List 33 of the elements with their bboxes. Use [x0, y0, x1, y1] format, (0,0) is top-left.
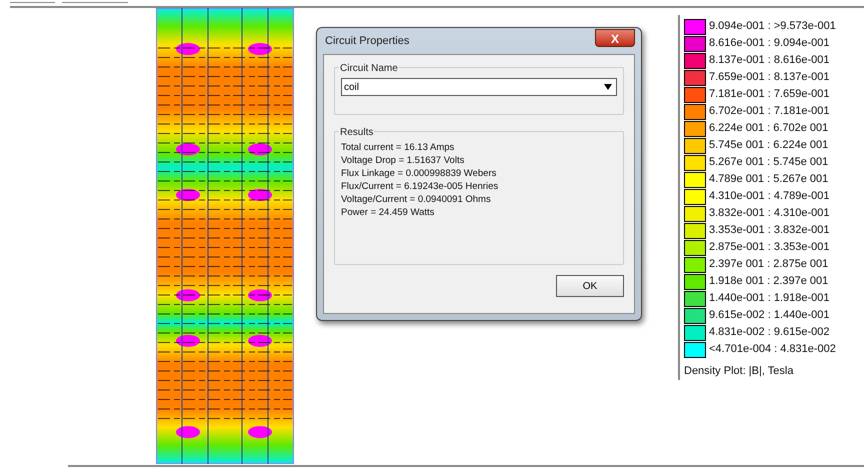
legend-range: 1.918e 001 : 2.397e 001: [709, 274, 828, 290]
legend-range: 7.659e-001 : 8.137e-001: [709, 70, 830, 86]
legend-range: 9.615e-002 : 1.440e-001: [709, 308, 830, 324]
legend-range: 1.440e-001 : 1.918e-001: [709, 291, 830, 306]
legend-range: 8.137e-001 : 8.616e-001: [709, 53, 830, 68]
result-line: Flux Linkage = 0.000998839 Webers: [341, 168, 498, 180]
result-line: Power = 24.459 Watts: [341, 207, 436, 219]
close-button[interactable]: X: [595, 29, 635, 47]
legend-range: 6.224e 001 : 6.702e 001: [709, 121, 828, 136]
legend-range: 4.831e-002 : 9.615e-002: [709, 325, 830, 340]
legend-range: 8.616e-001 : 9.094e-001: [709, 36, 830, 52]
legend-range: <4.701e-004 : 4.831e-002: [709, 342, 836, 358]
legend-range: 3.832e-001 : 4.310e-001: [709, 206, 830, 222]
legend-range: 2.397e 001 : 2.875e 001: [709, 257, 828, 272]
circuit-name-dropdown[interactable]: coil: [341, 78, 617, 96]
legend-range: 9.094e-001 : >9.573e-001: [709, 19, 836, 34]
legend-range: 3.353e-001 : 3.832e-001: [709, 223, 830, 238]
legend-range: 4.310e-001 : 4.789e-001: [709, 189, 830, 204]
result-line: Flux/Current = 6.19243e-005 Henries: [341, 181, 500, 193]
result-line: Voltage Drop = 1.51637 Volts: [341, 155, 466, 167]
legend-range: 4.789e 001 : 5.267e 001: [709, 172, 828, 188]
legend-caption: Density Plot: |B|, Tesla: [684, 364, 794, 379]
legend-range: 5.745e 001 : 6.224e 001: [709, 138, 828, 154]
legend-range: 5.267e 001 : 5.745e 001: [709, 155, 828, 170]
result-line: Voltage/Current = 0.0940091 Ohms: [341, 194, 492, 206]
window-title: Circuit Properties: [324, 34, 410, 49]
legend-range: 7.181e-001 : 7.659e-001: [709, 87, 830, 102]
legend-range: 2.875e-001 : 3.353e-001: [709, 240, 830, 256]
result-line: Total current = 16.13 Amps: [341, 142, 456, 154]
dropdown-arrow-icon: [604, 84, 612, 90]
ok-button[interactable]: OK: [556, 275, 624, 297]
legend-range: 6.702e-001 : 7.181e-001: [709, 104, 830, 120]
dropdown-value: coil: [344, 80, 360, 94]
